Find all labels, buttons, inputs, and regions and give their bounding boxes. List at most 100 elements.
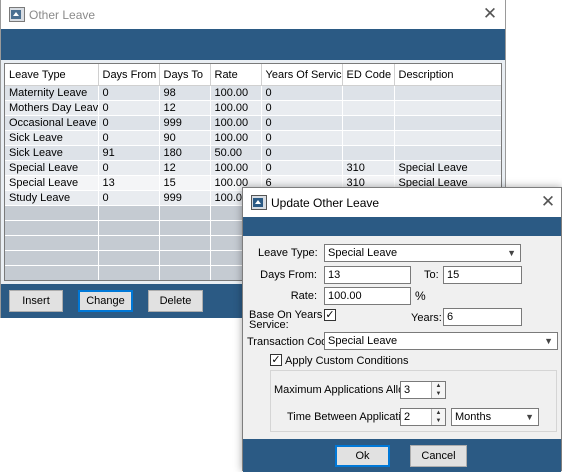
- table-row[interactable]: Sick Leave 91 180 50.00 0: [5, 145, 501, 161]
- table-row[interactable]: Maternity Leave 0 98 100.00 0: [5, 85, 501, 101]
- leave-type-select[interactable]: Special Leave ▼: [324, 244, 521, 262]
- main-close-icon[interactable]: ✕: [476, 2, 504, 26]
- empty-cell: [98, 250, 160, 266]
- table-cell: 0: [261, 130, 343, 146]
- table-cell: [342, 115, 395, 131]
- table-cell: 0: [98, 115, 160, 131]
- table-cell: Sick Leave: [5, 130, 99, 146]
- main-titlebar: Other Leave ✕: [1, 0, 505, 29]
- empty-cell: [159, 281, 210, 282]
- leave-type-value: Special Leave: [328, 247, 398, 259]
- table-cell: [394, 145, 501, 161]
- table-cell: Special Leave: [394, 160, 501, 176]
- main-header-band: [1, 29, 505, 60]
- column-header[interactable]: ED Code: [342, 64, 395, 86]
- insert-button[interactable]: Insert: [9, 290, 63, 312]
- column-header[interactable]: Years Of Service: [261, 64, 343, 86]
- empty-cell: [5, 235, 99, 251]
- empty-cell: [98, 281, 159, 282]
- spin-down-icon[interactable]: ▼: [432, 390, 445, 398]
- table-cell: [394, 130, 501, 146]
- table-row[interactable]: Mothers Day Leave 0 12 100.00 0: [5, 100, 501, 116]
- table-cell: 12: [159, 100, 211, 116]
- spin-down-icon[interactable]: ▼: [432, 417, 445, 425]
- table-cell: 0: [98, 100, 160, 116]
- time-between-label: Time Between Applications: [287, 411, 419, 423]
- table-cell: Sick Leave: [5, 145, 99, 161]
- table-cell: 180: [159, 145, 211, 161]
- empty-cell: [159, 205, 211, 221]
- table-cell: 0: [98, 130, 160, 146]
- table-cell: 100.00: [210, 85, 262, 101]
- empty-cell: [98, 265, 160, 280]
- table-cell: 15: [159, 175, 211, 191]
- years-input[interactable]: 6: [443, 308, 522, 326]
- app-icon: [251, 195, 267, 210]
- spin-up-icon[interactable]: ▲: [432, 382, 445, 390]
- empty-cell: [5, 265, 99, 280]
- table-cell: 999: [159, 190, 211, 206]
- table-cell: Maternity Leave: [5, 85, 99, 101]
- table-cell: 12: [159, 160, 211, 176]
- ok-button[interactable]: Ok: [335, 445, 390, 467]
- rate-label: Rate:: [290, 290, 317, 302]
- apply-custom-checkbox[interactable]: ✓: [270, 354, 282, 366]
- table-cell: 0: [98, 85, 160, 101]
- column-header[interactable]: Description: [394, 64, 501, 86]
- days-to-input[interactable]: 15: [443, 266, 522, 284]
- table-cell: Occasional Leave: [5, 115, 99, 131]
- stepper-buttons[interactable]: ▲ ▼: [431, 382, 445, 398]
- table-cell: 91: [98, 145, 160, 161]
- time-between-value: 2: [404, 411, 411, 423]
- time-between-stepper[interactable]: 2 ▲ ▼: [400, 408, 446, 426]
- table-cell: 0: [98, 160, 160, 176]
- dialog-header-band: [243, 217, 561, 236]
- transaction-code-value: Special Leave: [328, 335, 398, 347]
- table-cell: 0: [261, 100, 343, 116]
- base-on-years-checkbox[interactable]: ✓: [324, 309, 336, 321]
- grid-header-row: Leave Type Days From Days To Rate Years …: [5, 64, 501, 86]
- cancel-button[interactable]: Cancel: [410, 445, 467, 467]
- column-header[interactable]: Rate: [210, 64, 262, 86]
- stepper-buttons[interactable]: ▲ ▼: [431, 409, 445, 425]
- table-cell: Study Leave: [5, 190, 99, 206]
- empty-cell: [159, 220, 211, 236]
- transaction-code-select[interactable]: Special Leave ▼: [324, 332, 558, 350]
- column-header[interactable]: Days From: [98, 64, 160, 86]
- days-from-label: Days From:: [260, 269, 317, 281]
- table-cell: 100.00: [210, 130, 262, 146]
- base-on-years-label-line2: Service:: [249, 319, 289, 331]
- leave-type-label: Leave Type:: [258, 247, 318, 259]
- dialog-footer-band: Ok Cancel: [243, 439, 561, 472]
- empty-cell: [98, 235, 160, 251]
- chevron-down-icon: ▼: [507, 248, 516, 258]
- max-apps-stepper[interactable]: 3 ▲ ▼: [400, 381, 446, 399]
- empty-cell: [159, 250, 211, 266]
- table-row[interactable]: Occasional Leave 0 999 100.00 0: [5, 115, 501, 131]
- table-row[interactable]: Special Leave 0 12 100.00 0 310 Special Leave: [5, 160, 501, 176]
- table-cell: [394, 100, 501, 116]
- table-row[interactable]: Sick Leave 0 90 100.00 0: [5, 130, 501, 146]
- change-button[interactable]: Change: [78, 290, 133, 312]
- table-cell: [394, 115, 501, 131]
- table-cell: 98: [159, 85, 211, 101]
- delete-button[interactable]: Delete: [148, 290, 203, 312]
- check-icon: ✓: [325, 309, 335, 321]
- dialog-close-icon[interactable]: ✕: [534, 190, 562, 214]
- table-cell: 0: [98, 190, 160, 206]
- days-from-input[interactable]: 13: [324, 266, 411, 284]
- table-cell: Special Leave: [5, 175, 99, 191]
- dialog-title: Update Other Leave: [271, 196, 380, 210]
- table-cell: 0: [261, 85, 343, 101]
- dialog-titlebar: Update Other Leave ✕: [243, 188, 561, 217]
- rate-input[interactable]: 100.00: [324, 287, 411, 305]
- max-apps-value: 3: [404, 384, 411, 396]
- time-unit-select[interactable]: Months ▼: [451, 408, 539, 426]
- empty-cell: [5, 205, 99, 221]
- spin-up-icon[interactable]: ▲: [432, 409, 445, 417]
- table-cell: 0: [261, 115, 343, 131]
- years-label: Years:: [411, 312, 442, 324]
- apply-custom-label: Apply Custom Conditions: [285, 355, 409, 367]
- column-header[interactable]: Days To: [159, 64, 211, 86]
- column-header[interactable]: Leave Type: [5, 64, 99, 86]
